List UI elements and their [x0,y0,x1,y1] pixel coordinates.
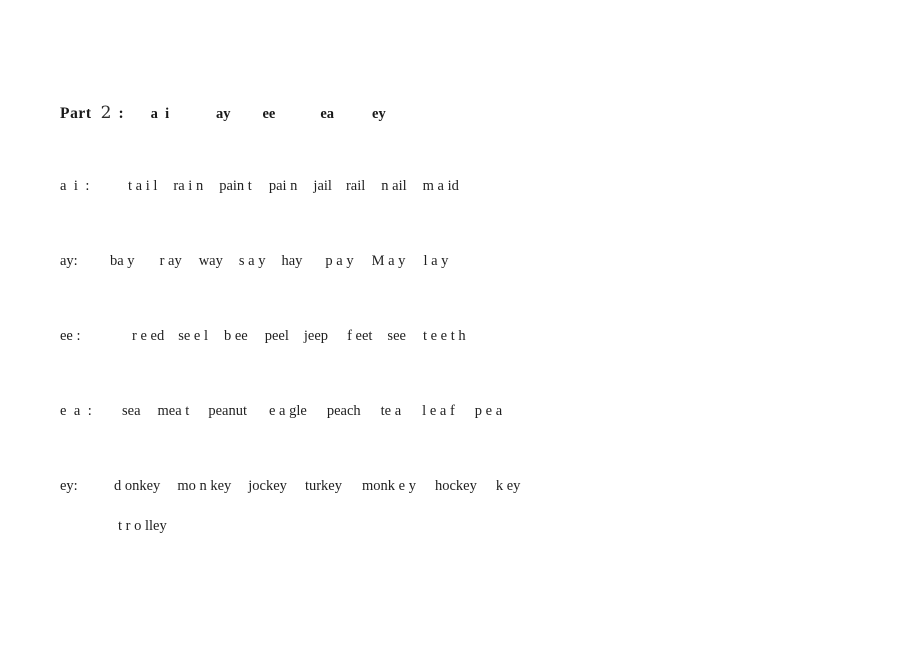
word: s a y [238,253,266,269]
word: jeep [303,328,329,344]
word: rail [345,178,366,194]
title-token-list: a i ay ee ea ey [124,106,386,123]
word: mea t [157,403,190,419]
row-word-list: ba y r ay way s a y hay p a y M a y l a y [110,253,448,270]
word: ba y [110,253,135,269]
word-row: ay: ba y r ay way s a y hay p a y M a y l a y [60,253,448,270]
row-label: ey: [60,478,78,494]
word: p e a [474,403,503,419]
title-part-number: 2 [100,103,112,123]
word: hay [281,253,303,269]
word: jockey [248,478,287,494]
word: l e a f [422,403,455,419]
word: k ey [495,478,521,494]
word: hockey [434,478,477,494]
word: m a id [422,178,459,194]
page-title: Part 2 : a i ay ee ea ey [60,103,386,123]
word-row: a i : t a i l ra i n pain t pai n jail rail n a… [60,178,459,195]
word: se e l [178,328,208,344]
row-word-list: t a i l ra i n pain t pai n jail rail n ail m a… [128,178,459,195]
word-row: ee : r e ed se e l b ee peel jeep f eet see t e … [60,328,466,345]
word: b ee [224,328,248,344]
word: turkey [304,478,342,494]
word: pai n [268,178,298,194]
row-word-list: sea mea t peanut e a gle peach te a l e a f p e… [122,403,502,420]
word: peel [264,328,289,344]
row-word-list: d onkey mo n key jockey turkey monk e y hocke… [114,478,520,495]
word: t a i l [128,178,158,194]
word-row: ey: d onkey mo n key jockey turkey monk e y ho… [60,478,520,495]
word: f eet [347,328,373,344]
continuation-line: t r o lley [118,518,167,535]
word: jail [313,178,332,194]
word: peach [326,403,361,419]
word: l a y [423,253,449,269]
title-token: ay [215,106,231,122]
word: peanut [208,403,247,419]
word: t r o lley [118,518,167,534]
word: M a y [371,253,406,269]
word: r ay [159,253,182,269]
word: t e e t h [422,328,466,344]
word: ra i n [173,178,204,194]
word: r e ed [132,328,165,344]
word: p a y [325,253,354,269]
row-label: a i : [60,178,92,194]
word: n ail [381,178,407,194]
title-token: ey [372,106,386,122]
word: te a [380,403,402,419]
word: sea [122,403,141,419]
title-token: ea [320,106,335,122]
row-label: ay: [60,253,78,269]
word: see [387,328,406,344]
word: way [198,253,223,269]
word: d onkey [114,478,161,494]
word: pain t [219,178,252,194]
title-token: ee [262,106,276,122]
row-label: ee : [60,328,81,344]
word: monk e y [361,478,416,494]
word-row: e a : sea mea t peanut e a gle peach te a l e a… [60,403,502,420]
word: mo n key [177,478,232,494]
word: e a gle [268,403,307,419]
row-word-list: r e ed se e l b ee peel jeep f eet see t e e t … [132,328,466,345]
document-page: Part 2 : a i ay ee ea ey a i :t a i l ra i np… [0,0,920,651]
row-label: e a : [60,403,94,419]
title-token: a i [150,106,171,122]
title-part-label: Part [60,105,92,122]
